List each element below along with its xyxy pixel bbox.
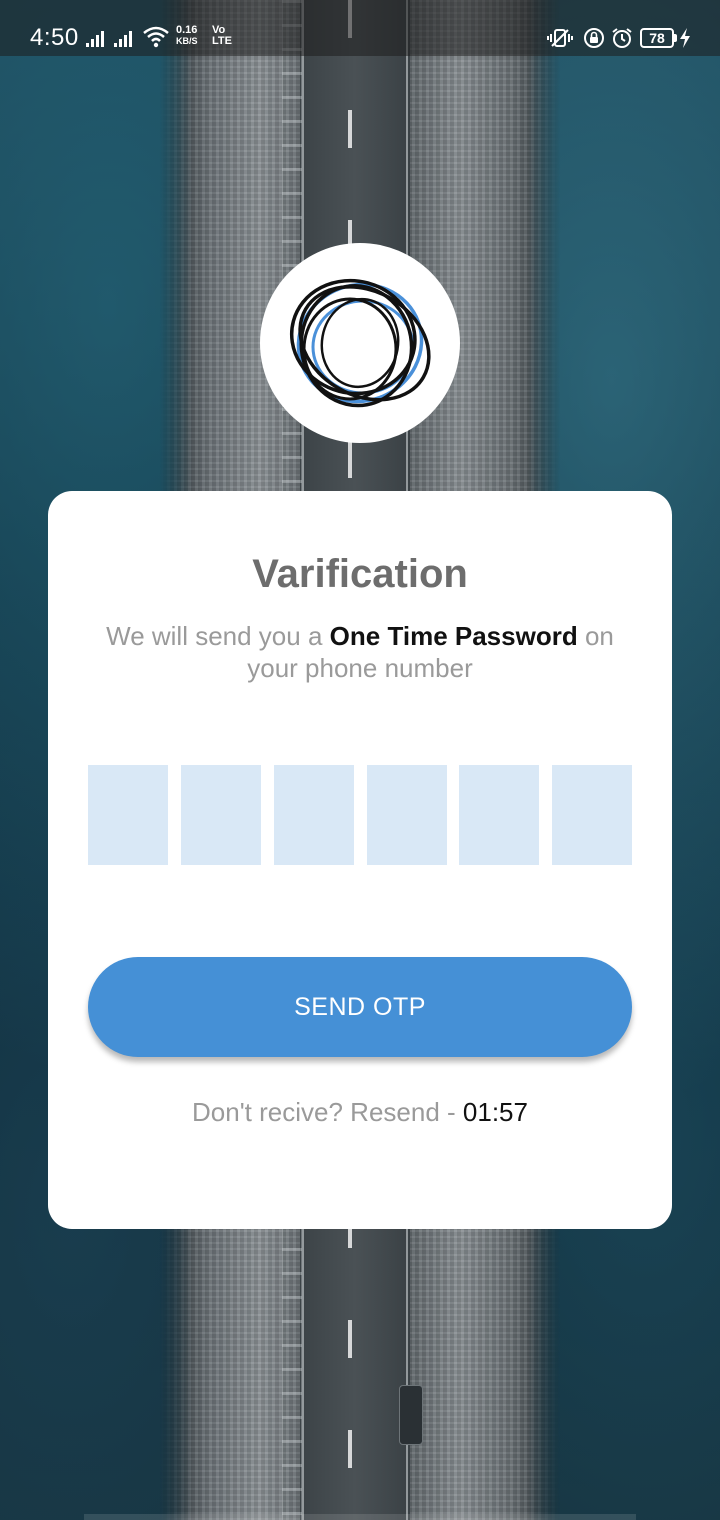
subtitle: We will send you a One Time Password on … <box>90 620 630 684</box>
network-speed: 0.16 KB/S <box>176 25 198 47</box>
resend-link[interactable]: Don't recive? Resend - <box>192 1097 456 1127</box>
volte-bottom: LTE <box>212 35 232 47</box>
signal-icon <box>114 29 138 47</box>
otp-digit-6[interactable] <box>552 765 632 865</box>
resend-row: Don't recive? Resend - 01:57 <box>0 1097 720 1128</box>
signal-icon <box>86 29 110 47</box>
volte-indicator: Vo LTE <box>212 25 232 47</box>
background-car <box>399 1385 423 1445</box>
otp-digit-2[interactable] <box>181 765 261 865</box>
status-bar: 4:50 0.16 KB/S Vo LTE 78 <box>0 0 720 56</box>
app-logo <box>260 243 460 443</box>
battery-icon: 78 <box>640 28 674 48</box>
subtitle-emphasis: One Time Password <box>329 621 578 651</box>
otp-digit-5[interactable] <box>459 765 539 865</box>
otp-digit-1[interactable] <box>88 765 168 865</box>
battery-tip <box>674 34 677 42</box>
app-screen: 4:50 0.16 KB/S Vo LTE 78 Varification We… <box>0 0 720 1520</box>
resend-timer: 01:57 <box>462 1097 528 1127</box>
otp-input-group <box>88 765 632 865</box>
page-title: Varification <box>252 552 468 596</box>
status-time: 4:50 <box>30 24 79 51</box>
subtitle-text: We will send you a <box>106 621 323 651</box>
send-otp-button[interactable]: SEND OTP <box>88 957 632 1057</box>
otp-digit-4[interactable] <box>367 765 447 865</box>
network-speed-unit: KB/S <box>176 36 198 46</box>
alarm-icon <box>612 28 632 48</box>
otp-digit-3[interactable] <box>274 765 354 865</box>
wifi-icon <box>143 26 169 48</box>
network-speed-value: 0.16 <box>176 24 198 36</box>
vibrate-icon <box>547 29 573 47</box>
charging-icon <box>680 28 690 48</box>
navigation-hint <box>84 1514 636 1520</box>
rings-logo-icon <box>289 278 431 408</box>
lock-rotation-icon <box>584 28 604 48</box>
